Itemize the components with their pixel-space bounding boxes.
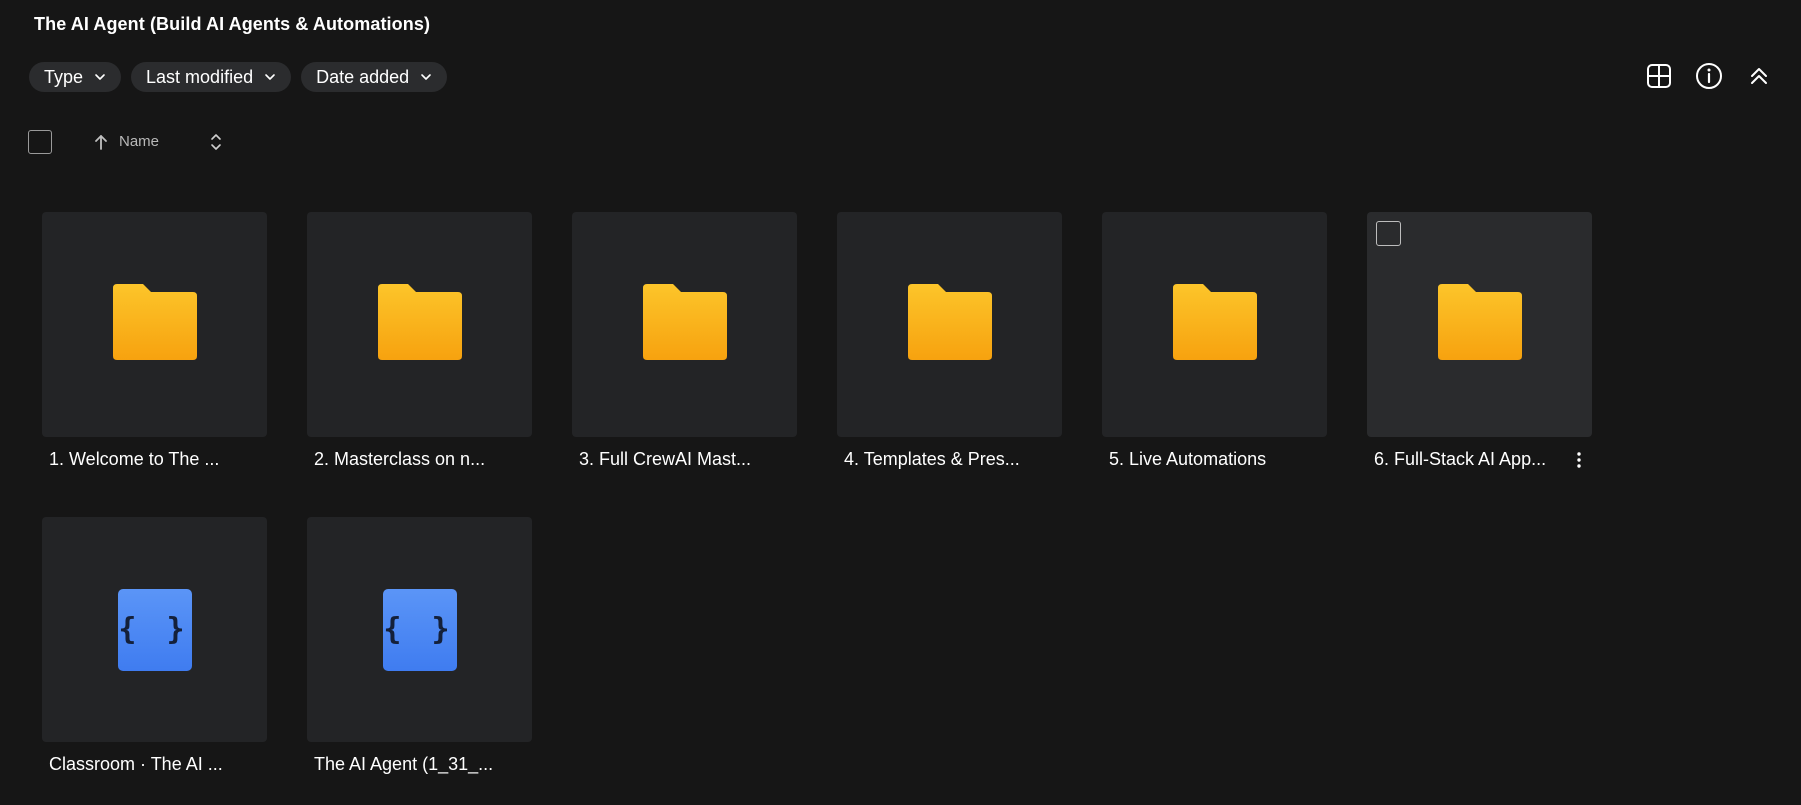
folder-icon (112, 284, 197, 365)
last-modified-filter-label: Last modified (146, 66, 254, 87)
folder-tile[interactable]: 1. Welcome to The ... (42, 212, 267, 470)
drive-folder-view: The AI Agent (Build AI Agents & Automati… (0, 0, 1801, 805)
tile-name: Classroom · The AI ... (49, 754, 223, 774)
folder-icon (1172, 284, 1257, 365)
tile-name: 6. Full-Stack AI App... (1374, 449, 1547, 469)
folder-tile[interactable]: 2. Masterclass on n... (307, 212, 532, 470)
view-toolbar (1645, 62, 1773, 90)
select-all-checkbox[interactable] (28, 129, 52, 154)
tile-name: 2. Masterclass on n... (314, 449, 486, 469)
tile-label[interactable]: 1. Welcome to The ... (42, 449, 267, 470)
json-file-icon: { } (382, 588, 457, 671)
tile-label[interactable]: Classroom · The AI ... (42, 754, 267, 775)
more-options-icon[interactable] (1576, 451, 1582, 469)
folder-icon (1437, 284, 1522, 365)
tile-label[interactable]: 6. Full-Stack AI App... (1367, 449, 1592, 470)
folder-tile[interactable]: 4. Templates & Pres... (837, 212, 1062, 470)
tile-name: 1. Welcome to The ... (49, 449, 220, 469)
last-modified-filter-chip[interactable]: Last modified (131, 62, 292, 92)
tile-name: 5. Live Automations (1109, 449, 1267, 469)
json-file-tile[interactable]: { } The AI Agent (1_31_... (307, 517, 532, 775)
collapse-icon[interactable] (1745, 62, 1773, 90)
tile-name: 3. Full CrewAI Mast... (579, 449, 752, 469)
tile-name: The AI Agent (1_31_... (314, 754, 494, 774)
chevron-down-icon (419, 70, 433, 84)
tile-label[interactable]: The AI Agent (1_31_... (307, 754, 532, 775)
tile-name: 4. Templates & Pres... (844, 449, 1020, 469)
json-file-icon: { } (117, 588, 192, 671)
folder-tile[interactable]: 3. Full CrewAI Mast... (572, 212, 797, 470)
sort-by-name-label[interactable]: Name (119, 133, 159, 150)
tile-thumbnail[interactable] (307, 212, 532, 437)
type-filter-label: Type (44, 66, 84, 87)
tile-thumbnail[interactable] (837, 212, 1062, 437)
tile-select-checkbox[interactable] (1376, 221, 1401, 246)
chevron-down-icon (263, 70, 277, 84)
folder-icon (377, 284, 462, 365)
filter-bar: Type Last modified Date added (29, 62, 448, 92)
json-file-tile[interactable]: { } Classroom · The AI ... (42, 517, 267, 775)
sort-ascending-arrow-icon[interactable] (93, 133, 109, 151)
folder-tile[interactable]: 5. Live Automations (1102, 212, 1327, 470)
info-icon[interactable] (1695, 62, 1723, 90)
date-added-filter-label: Date added (316, 66, 410, 87)
page-title: The AI Agent (Build AI Agents & Automati… (34, 14, 431, 34)
folder-icon (642, 284, 727, 365)
tile-thumbnail[interactable]: { } (307, 517, 532, 742)
list-header: Name (28, 128, 223, 155)
tile-thumbnail[interactable] (1102, 212, 1327, 437)
tile-thumbnail[interactable]: { } (42, 517, 267, 742)
tile-thumbnail[interactable] (572, 212, 797, 437)
tile-label[interactable]: 2. Masterclass on n... (307, 449, 532, 470)
tile-thumbnail[interactable] (42, 212, 267, 437)
grid-view-icon[interactable] (1645, 62, 1673, 90)
tile-label[interactable]: 3. Full CrewAI Mast... (572, 449, 797, 470)
type-filter-chip[interactable]: Type (29, 62, 122, 92)
tile-thumbnail[interactable] (1367, 212, 1592, 437)
tile-label[interactable]: 4. Templates & Pres... (837, 449, 1062, 470)
folder-tile-hovered[interactable]: 6. Full-Stack AI App... (1367, 212, 1592, 470)
tile-label[interactable]: 5. Live Automations (1102, 449, 1327, 470)
sort-toggle-icon[interactable] (209, 131, 223, 153)
date-added-filter-chip[interactable]: Date added (301, 62, 448, 92)
folder-icon (907, 284, 992, 365)
chevron-down-icon (93, 70, 107, 84)
